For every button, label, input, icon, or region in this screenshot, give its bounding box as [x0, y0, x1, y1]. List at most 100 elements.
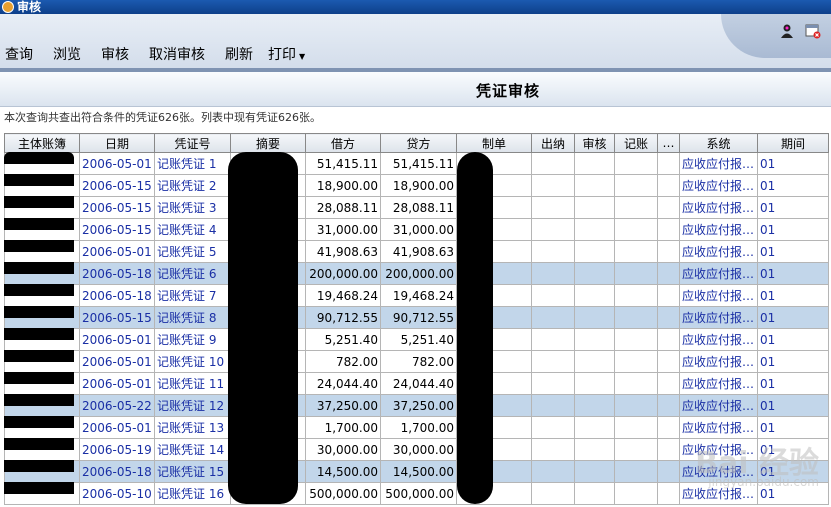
system-cell: 应收应付报…: [679, 416, 758, 439]
debit-cell: 30,000.00: [305, 438, 381, 461]
bookkeeper-cell: [614, 416, 658, 439]
approve-button[interactable]: 审核: [101, 44, 129, 64]
column-header[interactable]: 期间: [757, 133, 829, 153]
bookkeeper-cell: [614, 372, 658, 395]
credit-cell: 1,700.00: [380, 416, 457, 439]
column-header[interactable]: 系统: [679, 133, 758, 153]
column-header[interactable]: 摘要: [230, 133, 306, 153]
date-cell: 2006-05-01: [79, 416, 155, 439]
summary-cell: [230, 306, 306, 329]
summary-cell: [230, 174, 306, 197]
credit-cell: 51,415.11: [380, 152, 457, 175]
maker-cell: [456, 394, 532, 417]
table-row[interactable]: 2006-05-01 记账凭证 5 41,908.63 41,908.63 应收应付报……: [4, 240, 829, 263]
browse-button[interactable]: 浏览: [53, 44, 81, 64]
column-header[interactable]: 借方: [305, 133, 381, 153]
cashier-cell: [531, 284, 575, 307]
maker-cell: [456, 174, 532, 197]
refresh-button[interactable]: 刷新: [225, 44, 253, 64]
account-cell: [4, 240, 80, 263]
cancel-approve-button[interactable]: 取消审核: [149, 44, 205, 64]
auditor-cell: [574, 350, 615, 373]
auditor-cell: [574, 174, 615, 197]
summary-cell: 凭证: [230, 482, 306, 505]
table-row[interactable]: 2006-05-15 记账凭证 2 18,900.00 18,900.00 应收应付报……: [4, 174, 829, 197]
credit-cell: 41,908.63: [380, 240, 457, 263]
table-row[interactable]: 2006-05-15 记账凭证 8 90,712.55 90,712.55 应收应付报……: [4, 306, 829, 329]
table-row[interactable]: 2006-05-15 记账凭证 4 31,000.00 31,000.00 应收应付报……: [4, 218, 829, 241]
auditor-cell: [574, 306, 615, 329]
extra-cell: [657, 328, 680, 351]
period-cell: 01: [757, 394, 829, 417]
voucher-cell: 记账凭证 9: [154, 328, 231, 351]
credit-cell: 31,000.00: [380, 218, 457, 241]
triangle-down-icon: ▼: [299, 52, 306, 61]
table-row[interactable]: 2006-05-01 记账凭证 13 1,700.00 1,700.00 应收应付报… 0…: [4, 416, 829, 439]
calendar-close-icon[interactable]: [805, 23, 821, 39]
account-cell: [4, 196, 80, 219]
table-row[interactable]: 2006-05-10 记账凭证 16 凭证 500,000.00 500,000.00 应…: [4, 482, 829, 505]
column-header[interactable]: 出纳: [531, 133, 575, 153]
print-label: 打印: [268, 47, 296, 63]
account-cell: [4, 284, 80, 307]
date-cell: 2006-05-15: [79, 174, 155, 197]
column-header[interactable]: 凭证号: [154, 133, 231, 153]
extra-cell: [657, 262, 680, 285]
column-header[interactable]: 审核: [574, 133, 615, 153]
table-row[interactable]: 2006-05-01 记账凭证 11 24,044.40 24,044.40 应收应付报…: [4, 372, 829, 395]
extra-cell: [657, 416, 680, 439]
table-row[interactable]: 2006-05-18 记账凭证 15 14,500.00 14,500.00 应收应付报…: [4, 460, 829, 483]
voucher-cell: 记账凭证 11: [154, 372, 231, 395]
auditor-cell: [574, 416, 615, 439]
table-row[interactable]: 2006-05-22 记账凭证 12 37,250.00 37,250.00 应收应付报…: [4, 394, 829, 417]
column-header[interactable]: 记账: [614, 133, 658, 153]
table-row[interactable]: 2006-05-18 记账凭证 7 19,468.24 19,468.24 应收应付报……: [4, 284, 829, 307]
account-cell: [4, 152, 80, 175]
summary-cell: [230, 372, 306, 395]
account-cell: [4, 262, 80, 285]
debit-cell: 24,044.40: [305, 372, 381, 395]
table-row[interactable]: 2006-05-15 记账凭证 3 28,088.11 28,088.11 应收应付报……: [4, 196, 829, 219]
cashier-cell: [531, 328, 575, 351]
query-info: 本次查询共查出符合条件的凭证626张。列表中现有凭证626张。: [4, 111, 321, 124]
cashier-cell: [531, 174, 575, 197]
extra-cell: [657, 284, 680, 307]
summary-cell: [230, 262, 306, 285]
table-row[interactable]: 2006-05-19 记账凭证 14 30,000.00 30,000.00 应收应付报…: [4, 438, 829, 461]
user-icon[interactable]: [779, 23, 795, 39]
table-row[interactable]: 2006-05-18 记账凭证 6 200,000.00 200,000.00 应收应付…: [4, 262, 829, 285]
bookkeeper-cell: [614, 196, 658, 219]
cashier-cell: [531, 240, 575, 263]
table-row[interactable]: 2006-05-01 记账凭证 9 5,251.40 5,251.40 应收应付报… 01: [4, 328, 829, 351]
query-button[interactable]: 查询: [5, 44, 33, 64]
table-row[interactable]: 2006-05-01 记账凭证 1 51,415.11 51,415.11 应收应付报……: [4, 152, 829, 175]
column-header[interactable]: 日期: [79, 133, 155, 153]
credit-cell: 200,000.00: [380, 262, 457, 285]
account-cell: [4, 416, 80, 439]
summary-cell: [230, 284, 306, 307]
summary-cell: [230, 350, 306, 373]
page-title: 凭证审核: [475, 82, 540, 100]
summary-cell: [230, 196, 306, 219]
column-header[interactable]: 制单: [456, 133, 532, 153]
system-cell: 应收应付报…: [679, 174, 758, 197]
debit-cell: 14,500.00: [305, 460, 381, 483]
period-cell: 01: [757, 372, 829, 395]
period-cell: 01: [757, 482, 829, 505]
column-header[interactable]: 主体账簿: [4, 133, 80, 153]
voucher-cell: 记账凭证 13: [154, 416, 231, 439]
period-cell: 01: [757, 196, 829, 219]
column-header[interactable]: 贷方: [380, 133, 457, 153]
system-cell: 应收应付报…: [679, 240, 758, 263]
debit-cell: 5,251.40: [305, 328, 381, 351]
credit-cell: 500,000.00: [380, 482, 457, 505]
system-cell: 应收应付报…: [679, 328, 758, 351]
print-button[interactable]: 打印 ▼: [268, 44, 305, 64]
column-header[interactable]: …: [657, 133, 680, 153]
debit-cell: 200,000.00: [305, 262, 381, 285]
maker-cell: [456, 306, 532, 329]
date-cell: 2006-05-01: [79, 372, 155, 395]
bookkeeper-cell: [614, 152, 658, 175]
maker-cell: [456, 240, 532, 263]
table-row[interactable]: 2006-05-01 记账凭证 10 782.00 782.00 应收应付报… 01: [4, 350, 829, 373]
